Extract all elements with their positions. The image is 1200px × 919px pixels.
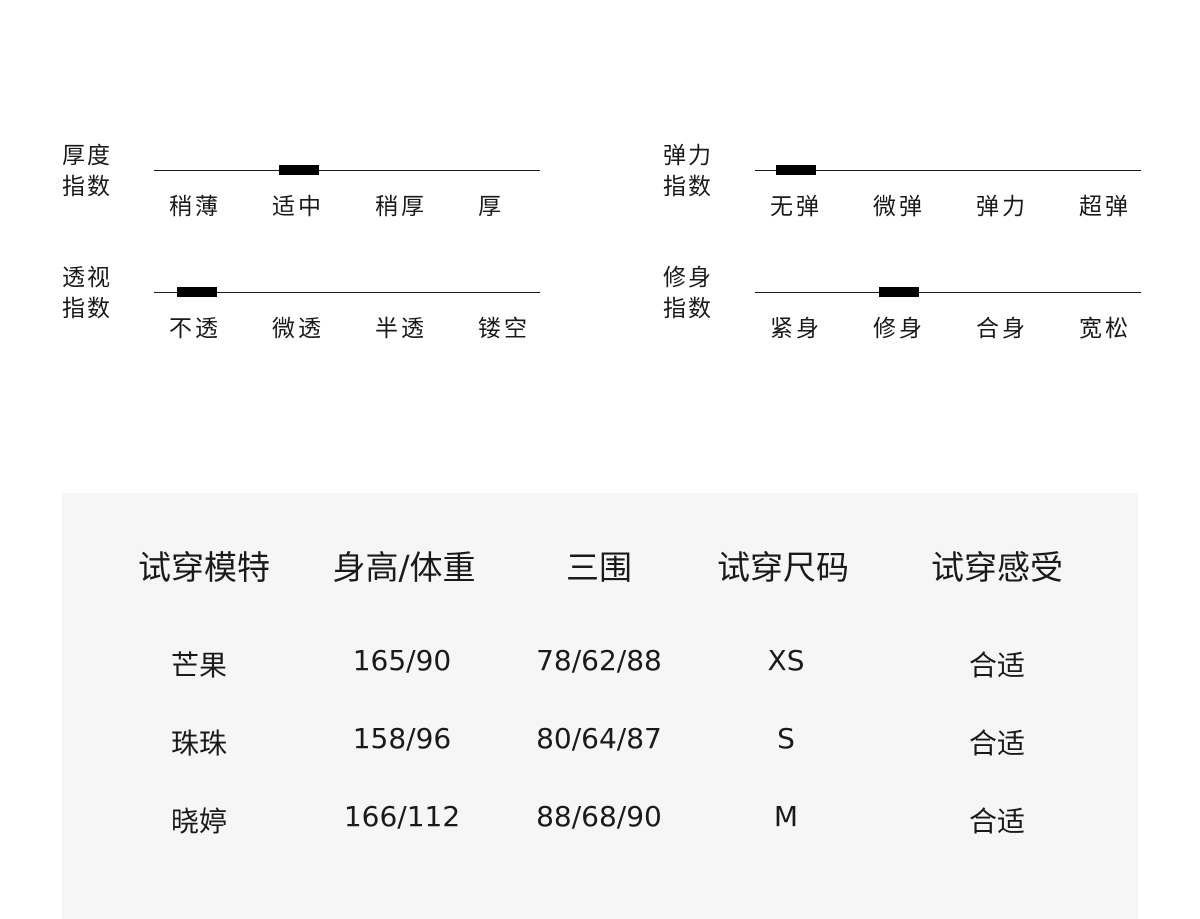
header-measurements: 三围: [566, 548, 632, 587]
transparency-index: 透视 指数 不透 微透 半透 镂空: [62, 263, 542, 353]
elasticity-option: 无弹: [770, 194, 822, 220]
elasticity-selected-marker: [776, 165, 816, 175]
elasticity-index-label: 弹力 指数: [663, 143, 713, 200]
model-name: 晓婷: [170, 805, 228, 838]
measurements: 78/62/88: [536, 644, 662, 677]
transparency-option: 微透: [272, 316, 324, 342]
model-name: 芒果: [170, 649, 228, 682]
thickness-option: 适中: [272, 194, 324, 220]
size: M: [773, 800, 799, 833]
thickness-option: 厚: [478, 194, 504, 220]
size: S: [777, 722, 795, 755]
model-name: 珠珠: [170, 727, 228, 760]
fit-option: 宽松: [1079, 316, 1131, 342]
fit-option: 合身: [976, 316, 1028, 342]
thickness-index-label: 厚度 指数: [62, 143, 112, 200]
thickness-selected-marker: [279, 165, 319, 175]
measurements: 88/68/90: [536, 800, 662, 833]
elasticity-option: 微弹: [873, 194, 925, 220]
try-on-table: 试穿模特 身高/体重 三围 试穿尺码 试穿感受 芒果 165/90 78/62/…: [62, 493, 1138, 919]
height-weight: 166/112: [343, 800, 461, 833]
feeling: 合适: [968, 727, 1026, 760]
thickness-option: 稍厚: [375, 194, 427, 220]
thickness-index: 厚度 指数 稍薄 适中 稍厚 厚: [62, 141, 542, 231]
header-feeling: 试穿感受: [931, 548, 1063, 587]
elasticity-index: 弹力 指数 无弹 微弹 弹力 超弹: [663, 141, 1143, 231]
thickness-scale-track: [154, 170, 540, 171]
height-weight: 165/90: [352, 644, 452, 677]
measurements: 80/64/87: [536, 722, 662, 755]
fit-option: 修身: [873, 316, 925, 342]
transparency-option: 半透: [375, 316, 427, 342]
fit-scale-track: [755, 292, 1141, 293]
elasticity-option: 超弹: [1079, 194, 1131, 220]
header-size: 试穿尺码: [717, 548, 849, 587]
size: XS: [767, 644, 805, 677]
header-model: 试穿模特: [138, 548, 270, 587]
height-weight: 158/96: [352, 722, 452, 755]
fit-index: 修身 指数 紧身 修身 合身 宽松: [663, 263, 1143, 353]
fit-index-label: 修身 指数: [663, 265, 713, 322]
feeling: 合适: [968, 649, 1026, 682]
transparency-option: 不透: [169, 316, 221, 342]
thickness-option: 稍薄: [169, 194, 221, 220]
fit-selected-marker: [879, 287, 919, 297]
transparency-selected-marker: [177, 287, 217, 297]
feeling: 合适: [968, 805, 1026, 838]
transparency-option: 镂空: [478, 316, 530, 342]
elasticity-option: 弹力: [976, 194, 1028, 220]
header-height-weight: 身高/体重: [332, 548, 476, 587]
fit-option: 紧身: [770, 316, 822, 342]
transparency-index-label: 透视 指数: [62, 265, 112, 322]
